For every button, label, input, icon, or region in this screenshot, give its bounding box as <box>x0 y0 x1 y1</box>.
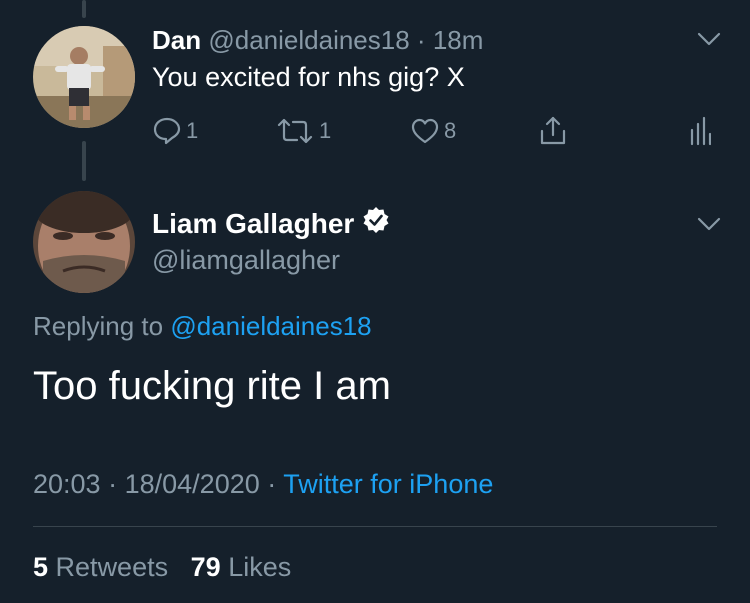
replying-to-handle-link[interactable]: @danieldaines18 <box>170 311 371 341</box>
tweet-time: 20:03 <box>33 469 101 499</box>
main-handle[interactable]: @liamgallagher <box>152 245 340 276</box>
like-button[interactable]: 8 <box>410 114 456 148</box>
replying-to-line: Replying to @danieldaines18 <box>33 311 372 342</box>
tweet-meta: 20:03 · 18/04/2020 · Twitter for iPhone <box>33 469 493 500</box>
chevron-down-icon[interactable] <box>697 32 721 46</box>
analytics-button[interactable] <box>689 114 711 148</box>
like-count: 8 <box>444 118 457 143</box>
reply-button[interactable]: 1 <box>152 114 198 148</box>
parent-display-name[interactable]: Dan <box>152 25 201 55</box>
main-avatar-image <box>33 191 135 293</box>
parent-time-ago[interactable]: 18m <box>433 25 484 55</box>
tweet-source-link[interactable]: Twitter for iPhone <box>283 469 493 499</box>
main-display-name-row: Liam Gallagher <box>152 206 390 241</box>
meta-separator: · <box>108 469 118 499</box>
divider <box>33 526 717 527</box>
retweets-count: 5 <box>33 552 49 582</box>
likes-stat[interactable]: 79 Likes <box>191 552 292 582</box>
retweets-label: Retweets <box>55 552 169 582</box>
retweets-stat[interactable]: 5 Retweets <box>33 552 168 582</box>
parent-handle[interactable]: @danieldaines18 <box>208 25 409 55</box>
parent-header: Dan @danieldaines18 · 18m <box>152 25 483 56</box>
parent-avatar[interactable] <box>33 26 135 128</box>
retweet-count: 1 <box>319 118 332 143</box>
parent-tweet-text: You excited for nhs gig? X <box>152 62 465 92</box>
main-tweet-text: Too fucking rite I am <box>33 364 391 408</box>
tweet-stats: 5 Retweets 79 Likes <box>33 552 291 583</box>
share-button[interactable] <box>538 114 568 148</box>
analytics-icon <box>690 116 711 146</box>
parent-header-separator: · <box>416 25 426 55</box>
main-display-name[interactable]: Liam Gallagher <box>152 208 354 240</box>
replying-to-prefix: Replying to <box>33 311 164 341</box>
main-avatar[interactable] <box>33 191 135 293</box>
verified-badge-icon <box>362 206 390 241</box>
retweet-icon <box>277 118 313 144</box>
tweet-date: 18/04/2020 <box>124 469 260 499</box>
parent-avatar-image <box>33 26 135 128</box>
likes-count: 79 <box>190 552 221 582</box>
retweet-button[interactable]: 1 <box>275 114 331 148</box>
reply-count: 1 <box>186 118 199 143</box>
like-icon <box>411 118 439 144</box>
share-icon <box>540 116 566 145</box>
thread-line-bottom <box>82 141 86 181</box>
likes-label: Likes <box>228 552 292 582</box>
reply-icon <box>153 117 181 145</box>
thread-line-top <box>82 0 86 18</box>
chevron-down-icon[interactable] <box>697 217 721 231</box>
meta-separator: · <box>267 469 277 499</box>
